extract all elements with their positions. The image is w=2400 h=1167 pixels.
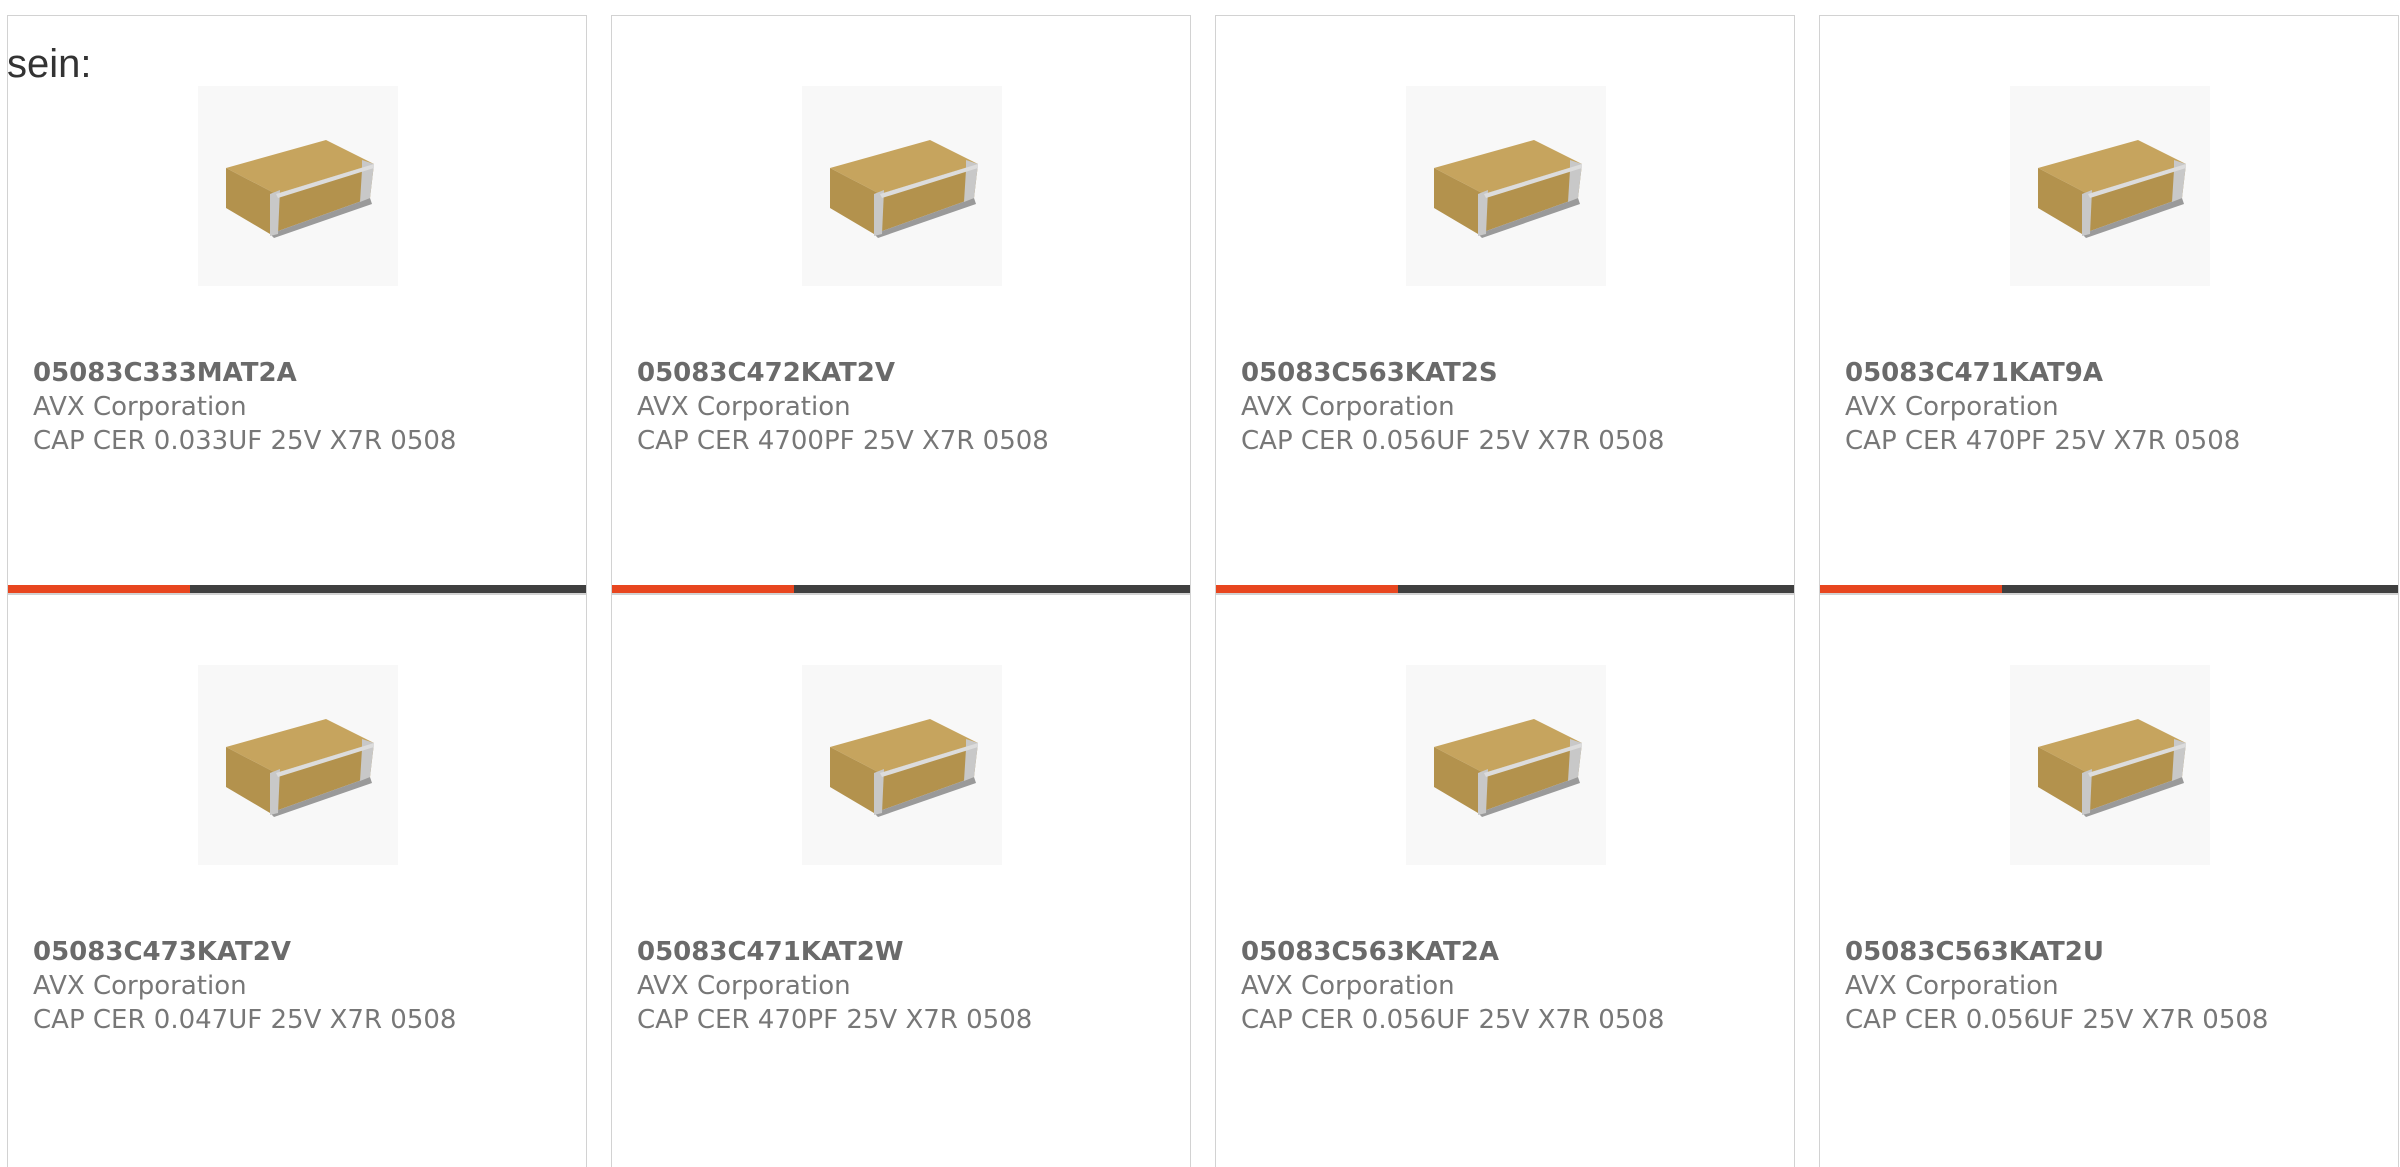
lead-text: sein: (7, 42, 92, 86)
progress-fill (1820, 585, 2003, 593)
progress-fill (8, 585, 191, 593)
part-number[interactable]: 05083C473KAT2V (33, 935, 573, 969)
capacitor-chip-image[interactable] (802, 665, 1002, 865)
product-description: CAP CER 470PF 25V X7R 0508 (1845, 426, 2241, 456)
carousel-progress-bar (8, 585, 586, 593)
progress-fill (1216, 585, 1399, 593)
carousel-progress-bar (612, 585, 1190, 593)
product-card[interactable]: 05083C472KAT2V AVX Corporation CAP CER 4… (611, 15, 1191, 594)
capacitor-chip-image[interactable] (198, 665, 398, 865)
manufacturer: AVX Corporation (1241, 392, 1455, 422)
product-card[interactable]: 05083C473KAT2V AVX Corporation CAP CER 0… (7, 594, 587, 1167)
product-description: CAP CER 0.056UF 25V X7R 0508 (1845, 1005, 2269, 1035)
progress-fill (612, 585, 795, 593)
manufacturer: AVX Corporation (33, 392, 247, 422)
carousel-progress-bar (1820, 585, 2398, 593)
part-number[interactable]: 05083C471KAT2W (637, 935, 1177, 969)
product-description: CAP CER 0.056UF 25V X7R 0508 (1241, 1005, 1665, 1035)
product-card[interactable]: 05083C563KAT2U AVX Corporation CAP CER 0… (1819, 594, 2399, 1167)
capacitor-chip-image[interactable] (2010, 86, 2210, 286)
part-number[interactable]: 05083C563KAT2A (1241, 935, 1781, 969)
part-number[interactable]: 05083C472KAT2V (637, 356, 1177, 390)
manufacturer: AVX Corporation (637, 392, 851, 422)
capacitor-chip-image[interactable] (1406, 665, 1606, 865)
part-number[interactable]: 05083C471KAT9A (1845, 356, 2385, 390)
part-number[interactable]: 05083C563KAT2U (1845, 935, 2385, 969)
manufacturer: AVX Corporation (637, 971, 851, 1001)
page: sein: 05083C333MAT2A AVX Corporation CAP… (0, 0, 2400, 1167)
product-card[interactable]: 05083C563KAT2A AVX Corporation CAP CER 0… (1215, 594, 1795, 1167)
product-description: CAP CER 0.056UF 25V X7R 0508 (1241, 426, 1665, 456)
manufacturer: AVX Corporation (1845, 971, 2059, 1001)
capacitor-chip-image[interactable] (802, 86, 1002, 286)
part-number[interactable]: 05083C563KAT2S (1241, 356, 1781, 390)
manufacturer: AVX Corporation (33, 971, 247, 1001)
manufacturer: AVX Corporation (1241, 971, 1455, 1001)
capacitor-chip-image[interactable] (2010, 665, 2210, 865)
product-grid: 05083C333MAT2A AVX Corporation CAP CER 0… (7, 15, 2399, 1167)
product-card[interactable]: 05083C471KAT9A AVX Corporation CAP CER 4… (1819, 15, 2399, 594)
manufacturer: AVX Corporation (1845, 392, 2059, 422)
carousel-progress-bar (1216, 585, 1794, 593)
product-description: CAP CER 4700PF 25V X7R 0508 (637, 426, 1049, 456)
product-card[interactable]: 05083C333MAT2A AVX Corporation CAP CER 0… (7, 15, 587, 594)
product-description: CAP CER 470PF 25V X7R 0508 (637, 1005, 1033, 1035)
part-number[interactable]: 05083C333MAT2A (33, 356, 573, 390)
capacitor-chip-image[interactable] (1406, 86, 1606, 286)
product-description: CAP CER 0.047UF 25V X7R 0508 (33, 1005, 457, 1035)
product-description: CAP CER 0.033UF 25V X7R 0508 (33, 426, 457, 456)
product-card[interactable]: 05083C471KAT2W AVX Corporation CAP CER 4… (611, 594, 1191, 1167)
capacitor-chip-image[interactable] (198, 86, 398, 286)
product-card[interactable]: 05083C563KAT2S AVX Corporation CAP CER 0… (1215, 15, 1795, 594)
